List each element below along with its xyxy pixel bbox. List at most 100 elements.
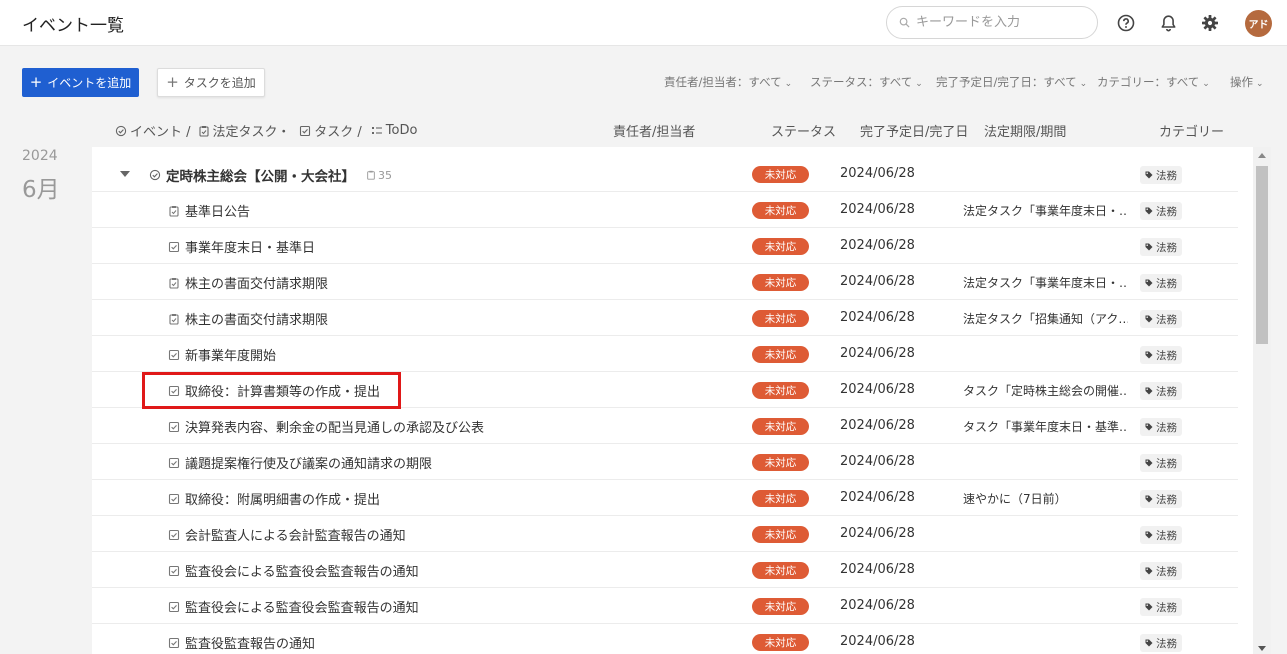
category-label: 法務 [1156, 637, 1177, 650]
actions-dropdown[interactable]: 操作 ⌄ [1230, 74, 1264, 90]
category-filter-dropdown[interactable]: カテゴリー：すべて ⌄ [1097, 74, 1210, 90]
scrollbar-thumb[interactable] [1256, 166, 1268, 344]
task-title[interactable]: 株主の書面交付請求期限 [185, 309, 328, 328]
task-row[interactable]: 監査役監査報告の通知 未対応 2024/06/28 法務 [92, 624, 1238, 654]
task-title-cell: 株主の書面交付請求期限 [168, 309, 328, 328]
due-date-filter-dropdown[interactable]: 完了予定日/完了日：すべて ⌄ [936, 74, 1087, 90]
add-event-button[interactable]: + イベントを追加 [22, 68, 139, 97]
due-date: 2024/06/28 [840, 490, 915, 505]
task-title[interactable]: 新事業年度開始 [185, 345, 276, 364]
task-title[interactable]: 基準日公告 [185, 201, 250, 220]
task-title-cell: 監査役会による監査役会監査報告の通知 [168, 561, 419, 580]
task-title[interactable]: 議題提案権行使及び議案の通知請求の期限 [185, 453, 432, 472]
legal-task-icon [169, 313, 179, 325]
tag-icon [1145, 567, 1153, 575]
task-row[interactable]: 基準日公告 未対応 2024/06/28 法定タスク「事業年度末日・… 法務 [92, 192, 1238, 228]
search-box[interactable] [886, 6, 1098, 39]
task-row[interactable]: 新事業年度開始 未対応 2024/06/28 法務 [92, 336, 1238, 372]
status-badge: 未対応 [752, 166, 809, 183]
task-title-cell: 株主の書面交付請求期限 [168, 273, 328, 292]
status-badge: 未対応 [752, 202, 809, 219]
tag-icon [1145, 279, 1153, 287]
category-tag: 法務 [1140, 310, 1182, 328]
task-title[interactable]: 監査役会による監査役会監査報告の通知 [185, 597, 419, 616]
task-icon [300, 125, 311, 136]
task-title-cell: 監査役監査報告の通知 [168, 633, 315, 652]
owner-filter-label: 責任者/担当者：すべて [664, 75, 782, 89]
user-avatar[interactable]: アド [1245, 10, 1272, 37]
todo-list-icon [371, 126, 382, 134]
status-column-header: ステータス [771, 125, 837, 140]
search-input[interactable] [916, 15, 1086, 30]
category-tag: 法務 [1140, 238, 1182, 256]
add-task-button[interactable]: + タスクを追加 [157, 68, 265, 97]
task-title[interactable]: 監査役会による監査役会監査報告の通知 [185, 561, 419, 580]
task-row[interactable]: 議題提案権行使及び議案の通知請求の期限 未対応 2024/06/28 法務 [92, 444, 1238, 480]
help-icon[interactable] [1115, 12, 1137, 34]
category-tag: 法務 [1140, 490, 1182, 508]
notification-bell-icon[interactable] [1157, 12, 1179, 34]
task-icon [168, 529, 180, 540]
status-badge: 未対応 [752, 598, 809, 615]
status-badge: 未対応 [752, 274, 809, 291]
category-tag: 法務 [1140, 634, 1182, 652]
status-filter-dropdown[interactable]: ステータス：すべて ⌄ [810, 74, 923, 90]
event-title[interactable]: 定時株主総会【公開・大会社】 [166, 165, 355, 185]
category-column-header: カテゴリー [1159, 125, 1225, 140]
tag-icon [1145, 423, 1153, 431]
task-row[interactable]: 監査役会による監査役会監査報告の通知 未対応 2024/06/28 法務 [92, 552, 1238, 588]
task-title[interactable]: 事業年度末日・基準日 [185, 237, 315, 256]
deadline-text: 法定タスク「招集通知（アク… [963, 312, 1128, 326]
task-title[interactable]: 取締役：計算書類等の作成・提出 [185, 381, 380, 400]
category-label: 法務 [1156, 457, 1177, 470]
chevron-down-icon: ⌄ [1202, 79, 1210, 89]
task-row[interactable]: 監査役会による監査役会監査報告の通知 未対応 2024/06/28 法務 [92, 588, 1238, 624]
add-event-label: イベントを追加 [47, 76, 132, 90]
search-icon [899, 17, 910, 28]
task-title[interactable]: 株主の書面交付請求期限 [185, 273, 328, 292]
event-row[interactable]: 定時株主総会【公開・大会社】 35 未対応 2024/06/28 法務 [92, 156, 1238, 192]
task-icon [168, 601, 180, 612]
task-title-cell: 会計監査人による会計監査報告の通知 [168, 525, 406, 544]
task-row[interactable]: 株主の書面交付請求期限 未対応 2024/06/28 法定タスク「招集通知（アク… 法務 [92, 300, 1238, 336]
task-row[interactable]: 決算発表内容、剰余金の配当見通しの承認及び公表 未対応 2024/06/28 タスク「… [92, 408, 1238, 444]
due-date: 2024/06/28 [840, 418, 915, 433]
category-label: 法務 [1156, 529, 1177, 542]
task-row[interactable]: 事業年度末日・基準日 未対応 2024/06/28 法務 [92, 228, 1238, 264]
owner-filter-dropdown[interactable]: 責任者/担当者：すべて ⌄ [664, 74, 792, 90]
task-title[interactable]: 監査役監査報告の通知 [185, 633, 315, 652]
task-icon [168, 421, 180, 432]
category-label: 法務 [1156, 205, 1177, 218]
group-year: 2024 [22, 148, 58, 164]
legal-task-icon [367, 170, 375, 180]
task-title[interactable]: 決算発表内容、剰余金の配当見通しの承認及び公表 [185, 417, 484, 436]
due-date: 2024/06/28 [840, 202, 915, 217]
status-badge: 未対応 [752, 454, 809, 471]
type-event-label: イベント / [130, 125, 191, 140]
due-date: 2024/06/28 [840, 274, 915, 289]
task-row[interactable]: 取締役：附属明細書の作成・提出 未対応 2024/06/28 速やかに（7日前） 法務 [92, 480, 1238, 516]
task-title[interactable]: 取締役：附属明細書の作成・提出 [185, 489, 380, 508]
due-date: 2024/06/28 [840, 382, 915, 397]
tag-icon [1145, 171, 1153, 179]
task-row[interactable]: 会計監査人による会計監査報告の通知 未対応 2024/06/28 法務 [92, 516, 1238, 552]
scroll-up-arrow-icon[interactable] [1258, 153, 1266, 158]
due-date: 2024/06/28 [840, 634, 915, 649]
task-icon [168, 565, 180, 576]
task-icon [168, 241, 180, 252]
task-title[interactable]: 会計監査人による会計監査報告の通知 [185, 525, 406, 544]
task-row[interactable]: 株主の書面交付請求期限 未対応 2024/06/28 法定タスク「事業年度末日・… 法務 [92, 264, 1238, 300]
status-badge: 未対応 [752, 346, 809, 363]
task-row[interactable]: 取締役：計算書類等の作成・提出 未対応 2024/06/28 タスク「定時株主総会の開… [92, 372, 1238, 408]
deadline-text: 速やかに（7日前） [963, 492, 1067, 506]
scroll-down-arrow-icon[interactable] [1258, 646, 1266, 651]
task-title-cell: 決算発表内容、剰余金の配当見通しの承認及び公表 [168, 417, 484, 436]
collapse-caret-icon[interactable] [120, 171, 130, 177]
status-badge: 未対応 [752, 382, 809, 399]
due-date: 2024/06/28 [840, 526, 915, 541]
category-label: 法務 [1156, 385, 1177, 398]
category-tag: 法務 [1140, 598, 1182, 616]
status-badge: 未対応 [752, 490, 809, 507]
settings-gear-icon[interactable] [1199, 12, 1221, 34]
vertical-scrollbar[interactable] [1253, 147, 1271, 654]
